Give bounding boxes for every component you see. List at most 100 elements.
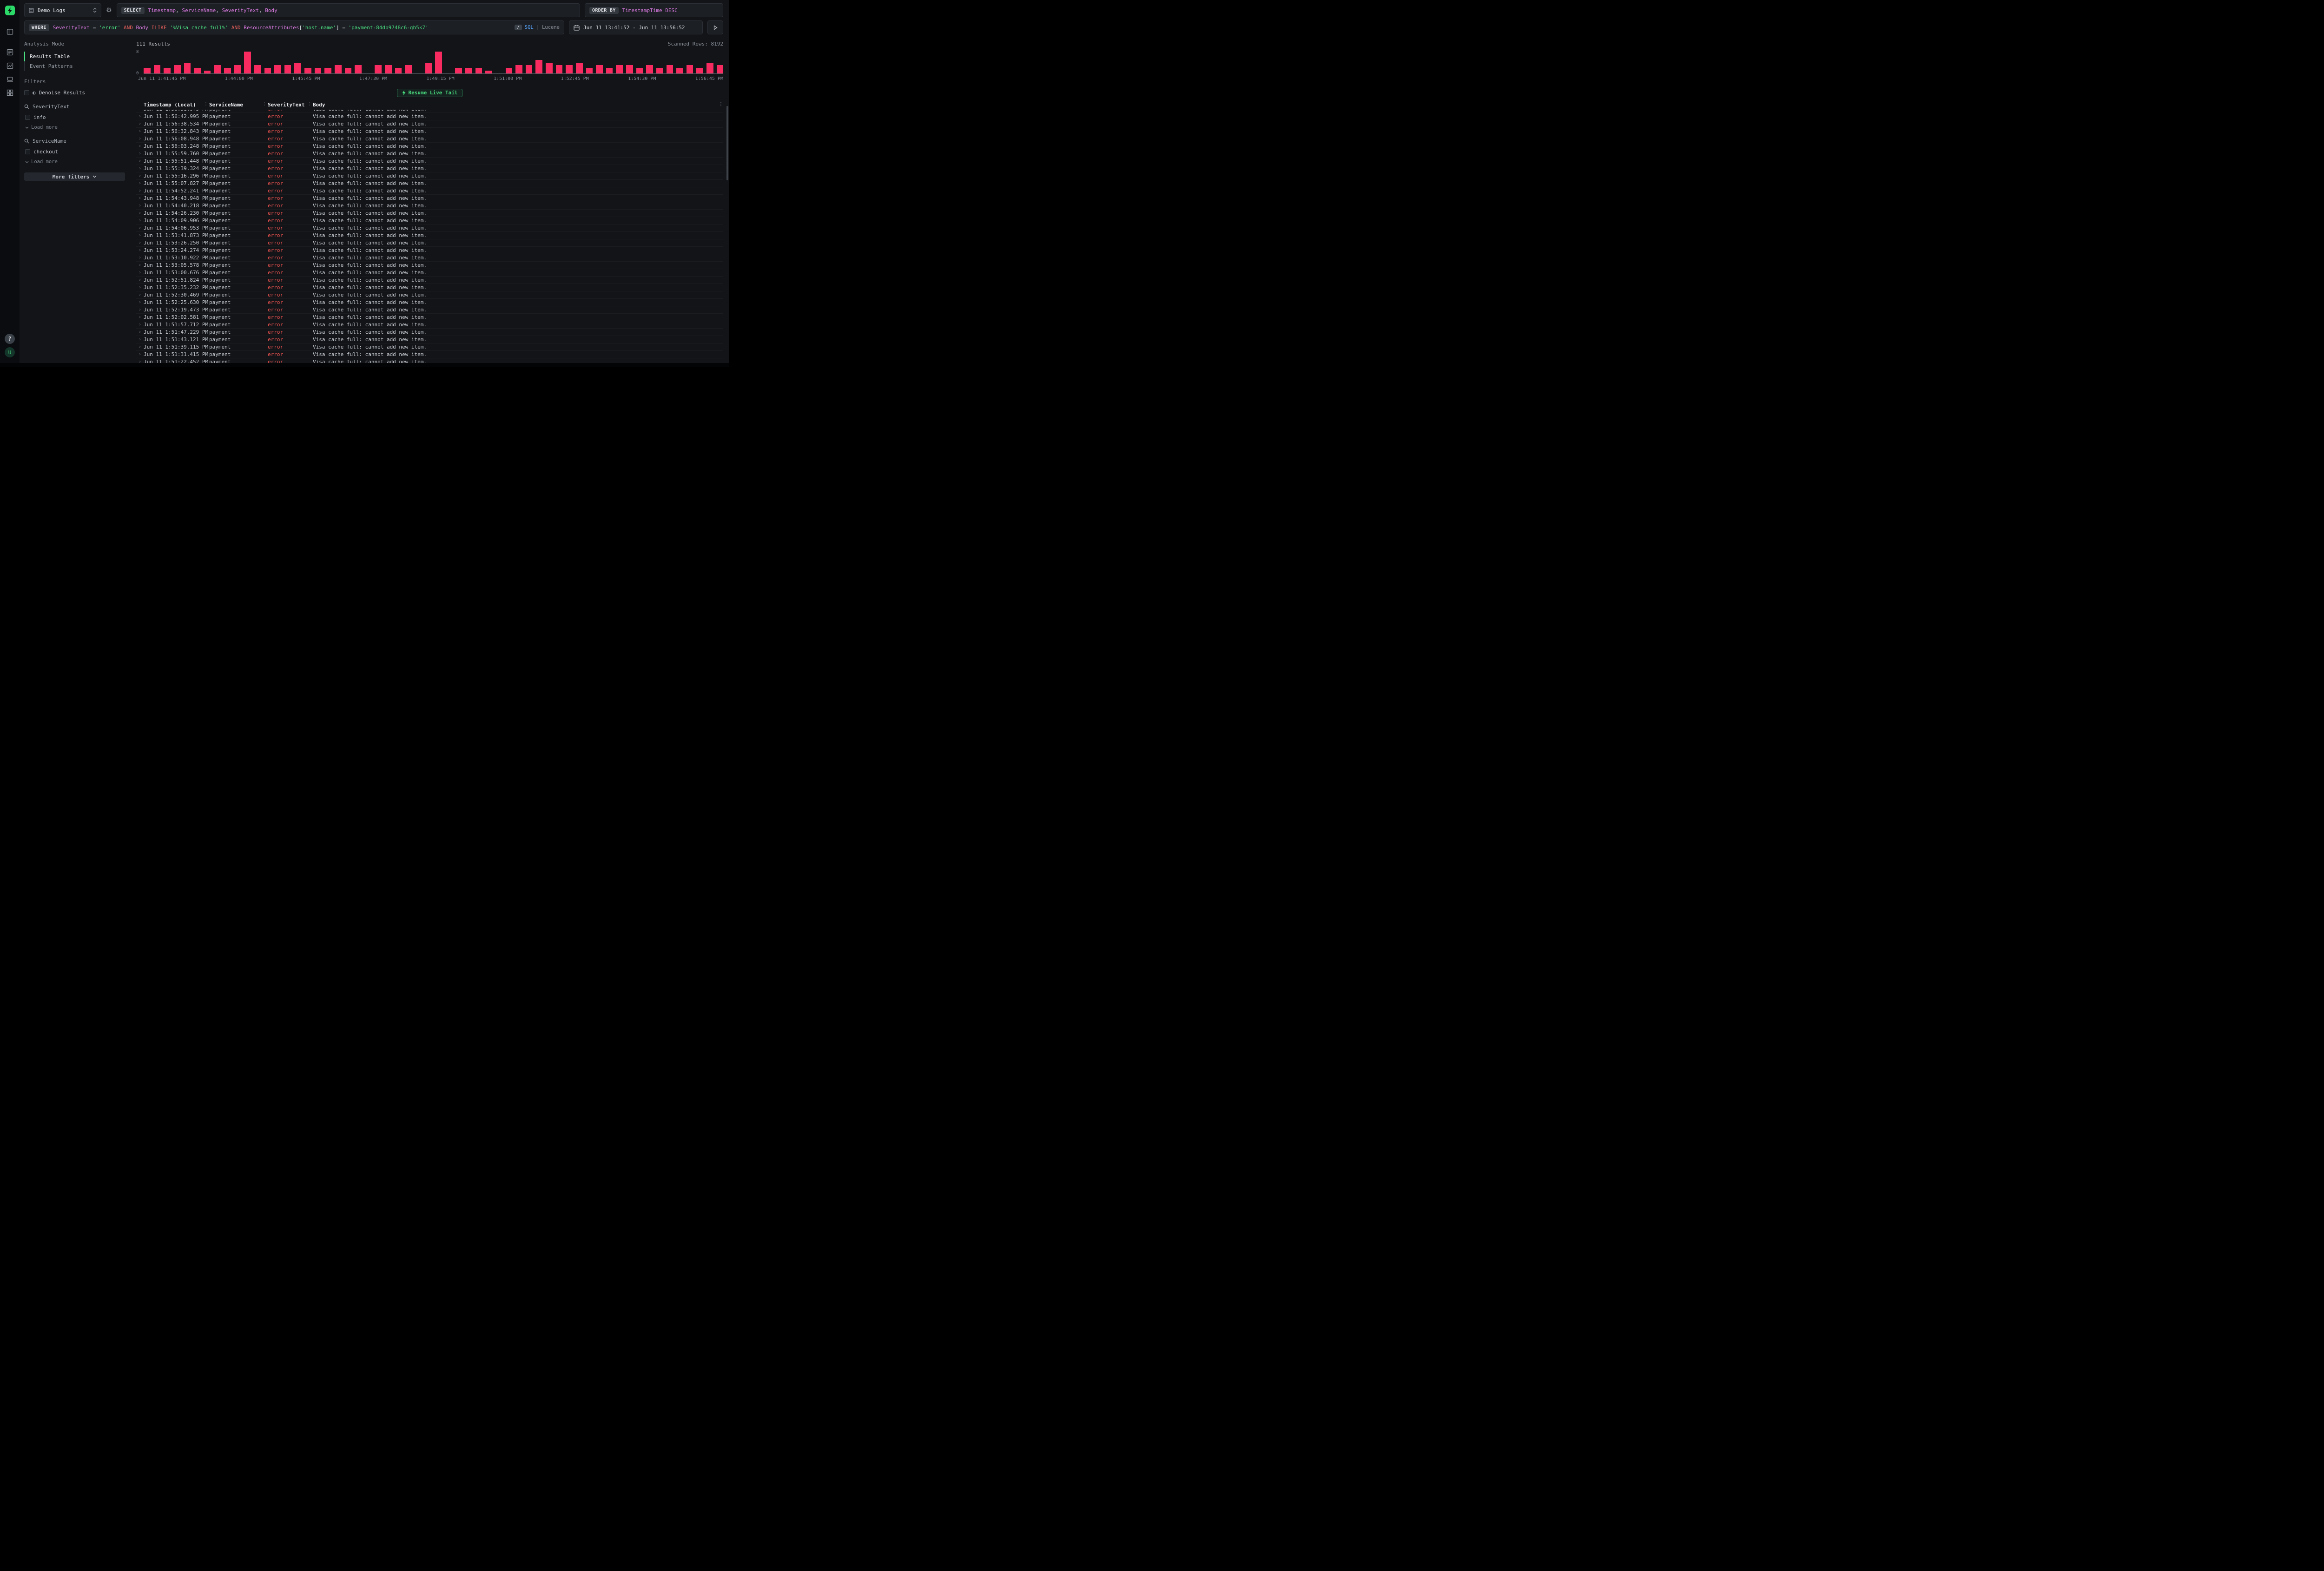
row-expander-icon[interactable]: › bbox=[136, 291, 144, 298]
table-row[interactable]: ›Jun 11 1:51:47.229 PMpaymenterrorVisa c… bbox=[136, 329, 723, 336]
histogram-bar[interactable] bbox=[294, 63, 301, 74]
row-expander-icon[interactable]: › bbox=[136, 202, 144, 209]
histogram-bar[interactable] bbox=[435, 52, 442, 73]
row-expander-icon[interactable]: › bbox=[136, 135, 144, 142]
more-filters-button[interactable]: More filters bbox=[24, 172, 125, 181]
row-expander-icon[interactable]: › bbox=[136, 277, 144, 284]
histogram-bar[interactable] bbox=[515, 65, 522, 73]
histogram-bar[interactable] bbox=[244, 52, 251, 73]
table-row[interactable]: ›Jun 11 1:54:52.241 PMpaymenterrorVisa c… bbox=[136, 187, 723, 195]
lang-sql-option[interactable]: SQL bbox=[525, 25, 534, 30]
histogram-bar[interactable] bbox=[526, 65, 533, 73]
histogram-bar[interactable] bbox=[546, 63, 553, 74]
histogram-bar[interactable] bbox=[315, 68, 322, 73]
row-expander-icon[interactable]: › bbox=[136, 210, 144, 217]
histogram-bar[interactable] bbox=[324, 68, 331, 73]
row-expander-icon[interactable]: › bbox=[136, 299, 144, 306]
user-avatar[interactable]: U bbox=[5, 347, 15, 357]
row-expander-icon[interactable]: › bbox=[136, 358, 144, 363]
filter-group-header[interactable]: ServiceName bbox=[24, 138, 125, 144]
histogram-bar[interactable] bbox=[204, 71, 211, 73]
histogram-bar[interactable] bbox=[375, 65, 382, 73]
histogram-bar[interactable] bbox=[616, 65, 623, 73]
histogram-bar[interactable] bbox=[535, 60, 542, 73]
table-row[interactable]: ›Jun 11 1:54:43.948 PMpaymenterrorVisa c… bbox=[136, 195, 723, 202]
dashboard-grid-icon[interactable] bbox=[6, 88, 14, 97]
row-expander-icon[interactable]: › bbox=[136, 143, 144, 150]
table-row[interactable]: ›Jun 11 1:51:43.121 PMpaymenterrorVisa c… bbox=[136, 336, 723, 343]
select-query-input[interactable]: SELECT Timestamp, ServiceName, SeverityT… bbox=[117, 3, 580, 17]
histogram-bar[interactable] bbox=[405, 65, 412, 73]
histogram-bar[interactable] bbox=[184, 63, 191, 74]
table-row[interactable]: ›Jun 11 1:55:39.324 PMpaymenterrorVisa c… bbox=[136, 165, 723, 172]
table-row[interactable]: ›Jun 11 1:56:03.248 PMpaymenterrorVisa c… bbox=[136, 143, 723, 150]
row-expander-icon[interactable]: › bbox=[136, 269, 144, 276]
histogram-bar[interactable] bbox=[224, 68, 231, 73]
histogram-bar[interactable] bbox=[194, 68, 201, 73]
row-expander-icon[interactable]: › bbox=[136, 165, 144, 172]
mode-results-table[interactable]: Results Table bbox=[24, 52, 125, 61]
row-expander-icon[interactable]: › bbox=[136, 113, 144, 120]
row-expander-icon[interactable]: › bbox=[136, 321, 144, 328]
histogram-bar[interactable] bbox=[214, 65, 221, 73]
table-row[interactable]: ›Jun 11 1:53:00.676 PMpaymenterrorVisa c… bbox=[136, 269, 723, 277]
table-row[interactable]: ›Jun 11 1:56:42.995 PMpaymenterrorVisa c… bbox=[136, 113, 723, 120]
col-header-timestamp[interactable]: Timestamp (Local)⋮ bbox=[144, 102, 209, 108]
histogram-bar[interactable] bbox=[606, 68, 613, 73]
table-row[interactable]: ›Jun 11 1:54:40.218 PMpaymenterrorVisa c… bbox=[136, 202, 723, 210]
table-row[interactable]: ›Jun 11 1:56:38.534 PMpaymenterrorVisa c… bbox=[136, 120, 723, 128]
col-header-body[interactable]: Body bbox=[313, 102, 716, 108]
histogram-bar[interactable] bbox=[576, 63, 583, 74]
table-row[interactable]: ›Jun 11 1:56:08.948 PMpaymenterrorVisa c… bbox=[136, 135, 723, 143]
table-row[interactable]: ›Jun 11 1:56:32.843 PMpaymenterrorVisa c… bbox=[136, 128, 723, 135]
histogram-bar[interactable] bbox=[335, 65, 342, 73]
chart-icon[interactable] bbox=[6, 61, 14, 70]
row-expander-icon[interactable]: › bbox=[136, 343, 144, 350]
where-query-input[interactable]: WHERE SeverityText = 'error' AND Body IL… bbox=[24, 20, 564, 34]
row-expander-icon[interactable]: › bbox=[136, 314, 144, 321]
load-more-button[interactable]: Load more bbox=[25, 159, 125, 165]
lang-lucene-option[interactable]: Lucene bbox=[542, 25, 560, 30]
gear-icon[interactable]: ⚙ bbox=[106, 7, 112, 14]
histogram-bar[interactable] bbox=[264, 68, 271, 73]
col-header-servicename[interactable]: ServiceName⋮ bbox=[209, 102, 268, 108]
logs-icon[interactable] bbox=[6, 48, 14, 56]
histogram-bar[interactable] bbox=[566, 65, 573, 73]
histogram-bar[interactable] bbox=[465, 68, 472, 73]
row-expander-icon[interactable]: › bbox=[136, 284, 144, 291]
row-expander-icon[interactable]: › bbox=[136, 150, 144, 157]
histogram-bar[interactable] bbox=[667, 65, 673, 73]
row-expander-icon[interactable]: › bbox=[136, 195, 144, 202]
panel-left-icon[interactable] bbox=[6, 27, 14, 36]
histogram-bar[interactable] bbox=[586, 68, 593, 73]
mode-event-patterns[interactable]: Event Patterns bbox=[24, 61, 125, 71]
column-resize-handle[interactable]: ⋮ bbox=[307, 102, 312, 107]
table-row[interactable]: ›Jun 11 1:55:51.448 PMpaymenterrorVisa c… bbox=[136, 158, 723, 165]
row-expander-icon[interactable]: › bbox=[136, 306, 144, 313]
table-row[interactable]: ›Jun 11 1:52:30.469 PMpaymenterrorVisa c… bbox=[136, 291, 723, 299]
app-logo[interactable] bbox=[5, 6, 15, 15]
row-expander-icon[interactable]: › bbox=[136, 128, 144, 135]
histogram-bar[interactable] bbox=[475, 68, 482, 73]
histogram-bar[interactable] bbox=[144, 68, 151, 73]
denoise-results-toggle[interactable]: ◐ Denoise Results bbox=[24, 90, 125, 96]
col-header-severitytext[interactable]: SeverityText⋮ bbox=[268, 102, 313, 108]
table-menu-icon[interactable]: ⋮ bbox=[716, 102, 723, 108]
histogram-bar[interactable] bbox=[626, 65, 633, 73]
histogram-bar[interactable] bbox=[506, 68, 513, 73]
row-expander-icon[interactable]: › bbox=[136, 336, 144, 343]
table-row[interactable]: ›Jun 11 1:51:31.415 PMpaymenterrorVisa c… bbox=[136, 351, 723, 358]
histogram-bar[interactable] bbox=[425, 63, 432, 74]
time-range-picker[interactable]: Jun 11 13:41:52 - Jun 11 13:56:52 bbox=[569, 20, 703, 34]
row-expander-icon[interactable]: › bbox=[136, 120, 144, 127]
histogram-bar[interactable] bbox=[556, 65, 563, 73]
table-row[interactable]: ›Jun 11 1:52:51.824 PMpaymenterrorVisa c… bbox=[136, 277, 723, 284]
row-expander-icon[interactable]: › bbox=[136, 351, 144, 358]
table-row[interactable]: ›Jun 11 1:54:06.953 PMpaymenterrorVisa c… bbox=[136, 224, 723, 232]
row-expander-icon[interactable]: › bbox=[136, 187, 144, 194]
histogram-bar[interactable] bbox=[717, 65, 724, 73]
row-expander-icon[interactable]: › bbox=[136, 254, 144, 261]
histogram-bar[interactable] bbox=[254, 65, 261, 73]
histogram-bar[interactable] bbox=[395, 68, 402, 73]
row-expander-icon[interactable]: › bbox=[136, 262, 144, 269]
